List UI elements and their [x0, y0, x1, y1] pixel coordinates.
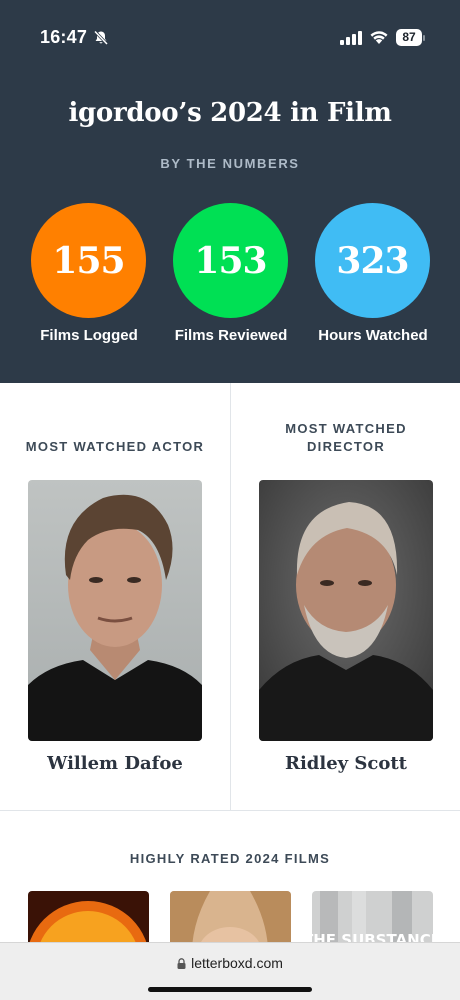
battery-icon: 87 [396, 29, 426, 46]
status-time: 16:47 [40, 27, 88, 47]
browser-url-bar[interactable]: letterboxd.com [0, 942, 460, 1000]
director-name[interactable]: Ridley Scott [231, 753, 460, 774]
url-field[interactable]: letterboxd.com [0, 955, 460, 971]
actor-heading: MOST WATCHED ACTOR [25, 439, 205, 454]
lock-icon [177, 958, 186, 969]
director-heading-line2: DIRECTOR [306, 439, 386, 454]
stat-films-reviewed: 153 Films Reviewed [166, 203, 296, 363]
stat-circle: 153 [173, 203, 288, 318]
stats-hero: 16:47 87 igordoo’s 2024 in Film BY THE N… [0, 0, 460, 383]
stat-hours-watched: 323 Hours Watched [308, 203, 438, 363]
actor-portrait[interactable] [28, 480, 202, 741]
stat-label: Films Reviewed [174, 327, 288, 344]
most-watched-people: MOST WATCHED ACTOR Willem Dafoe MOST WAT… [0, 383, 460, 811]
most-watched-director: MOST WATCHED DIRECTOR Ridley Scott [231, 383, 460, 811]
actor-name[interactable]: Willem Dafoe [0, 753, 230, 774]
stat-circle: 155 [31, 203, 146, 318]
director-portrait[interactable] [259, 480, 433, 741]
bell-slash-icon [93, 30, 109, 46]
cellular-signal-icon [340, 31, 362, 45]
stat-label: Hours Watched [318, 327, 428, 344]
stat-films-logged: 155 Films Logged [24, 203, 154, 363]
wifi-icon [370, 31, 388, 44]
stat-circle: 323 [315, 203, 430, 318]
rated-heading: HIGHLY RATED 2024 FILMS [129, 851, 331, 866]
page-subtitle: BY THE NUMBERS [160, 156, 300, 171]
director-heading-line1: MOST WATCHED [285, 421, 407, 436]
stat-label: Films Logged [40, 327, 138, 344]
home-indicator[interactable] [148, 987, 312, 992]
battery-percent: 87 [402, 30, 416, 44]
most-watched-actor: MOST WATCHED ACTOR Willem Dafoe [0, 383, 230, 811]
status-bar: 16:47 87 [0, 0, 460, 60]
page-title: igordoo’s 2024 in Film [68, 98, 392, 128]
url-text: letterboxd.com [191, 955, 283, 971]
